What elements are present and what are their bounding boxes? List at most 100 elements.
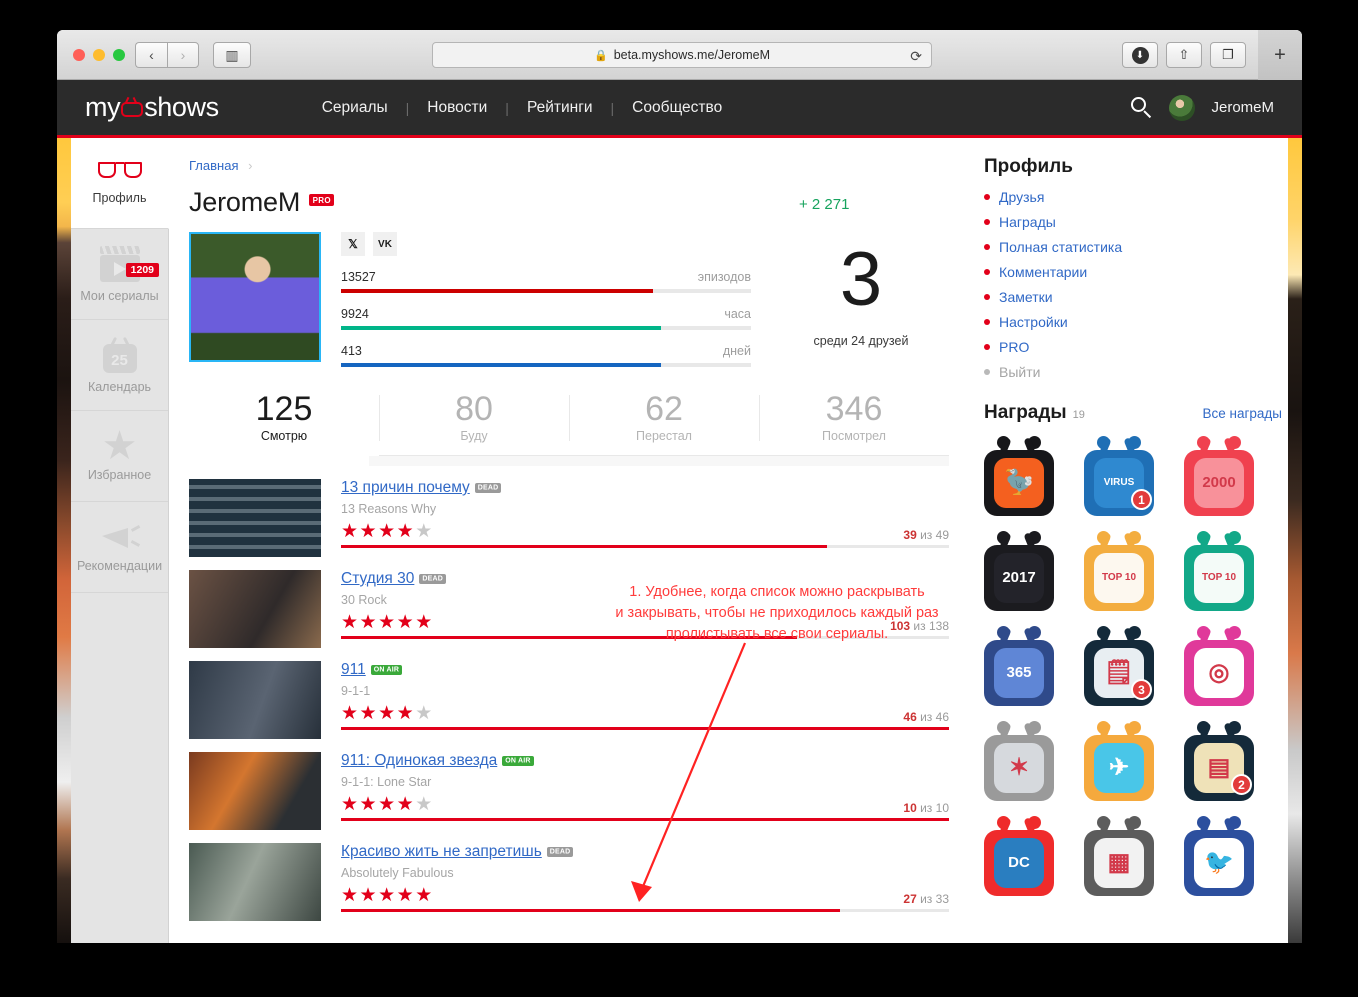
profile-link-настройки[interactable]: Настройки — [984, 314, 1302, 330]
show-thumbnail[interactable] — [189, 570, 321, 648]
forward-button[interactable]: › — [167, 42, 199, 68]
profile-link-комментарии[interactable]: Комментарии — [984, 264, 1302, 280]
top-10-2017-award[interactable]: TOP 10 — [1084, 531, 1154, 611]
virus-2020-award[interactable]: VIRUS 1 — [1084, 436, 1154, 516]
2000-episodes-award[interactable]: 2000 — [1184, 436, 1254, 516]
airplane-award[interactable]: ✈ — [1084, 721, 1154, 801]
new-tab-button[interactable]: + — [1258, 30, 1302, 80]
archive-award[interactable]: ▤ 2 — [1184, 721, 1254, 801]
profile-link-полная-статистика[interactable]: Полная статистика — [984, 239, 1302, 255]
show-title[interactable]: Красиво жить не запретишь — [341, 843, 542, 860]
sidebar-item-my-shows[interactable]: 1209 Мои сериалы — [71, 229, 168, 320]
address-bar[interactable]: 🔒 beta.myshows.me/JeromeM ⟳ — [432, 42, 932, 68]
profile-link-label[interactable]: Друзья — [999, 189, 1044, 205]
chess-award[interactable]: ▦ — [1084, 816, 1154, 896]
profile-link-label[interactable]: Комментарии — [999, 264, 1087, 280]
award-screen: ◎ — [1184, 640, 1254, 706]
show-progress-fill — [341, 818, 949, 821]
tab-stopped[interactable]: 62 Перестал — [569, 383, 759, 455]
show-thumbnail[interactable] — [189, 479, 321, 557]
dc-comics-award[interactable]: DC — [984, 816, 1054, 896]
profile-link-label[interactable]: Настройки — [999, 314, 1068, 330]
sidebar-item-calendar[interactable]: 25 Календарь — [71, 320, 168, 411]
show-row[interactable]: 911 ON AIR 9-1-1 ★★★★★ 46 из 46 — [189, 648, 949, 739]
all-awards-link[interactable]: Все награды — [1203, 406, 1283, 421]
award-screen: ✶ — [984, 735, 1054, 801]
show-episode-count: 39 из 49 — [903, 528, 949, 542]
show-title[interactable]: Студия 30 — [341, 570, 414, 587]
show-rating-stars[interactable]: ★★★★★ — [341, 793, 949, 816]
profile-link-заметки[interactable]: Заметки — [984, 289, 1302, 305]
avatar[interactable] — [1169, 94, 1196, 121]
show-rating-stars[interactable]: ★★★★★ — [341, 702, 949, 725]
show-thumbnail[interactable] — [189, 843, 321, 921]
nav-item-soobshestvo[interactable]: Сообщество — [614, 99, 740, 117]
profile-link-label[interactable]: Награды — [999, 214, 1056, 230]
365-days-award[interactable]: 365 — [984, 626, 1054, 706]
myshows-2017-awards[interactable]: 2017 — [984, 531, 1054, 611]
notes-award[interactable]: 🗒 3 — [1084, 626, 1154, 706]
back-button[interactable]: ‹ — [135, 42, 167, 68]
profile-link-label[interactable]: Заметки — [999, 289, 1053, 305]
show-title[interactable]: 911 — [341, 661, 366, 678]
profile-link-выйти[interactable]: Выйти — [984, 364, 1302, 380]
close-window-button[interactable] — [73, 49, 85, 61]
award-emblem: ✶ — [994, 743, 1044, 793]
tab-watching[interactable]: 125 Смотрю — [189, 383, 379, 456]
show-row[interactable]: Красиво жить не запретишь DEAD Absolutely… — [189, 830, 949, 921]
show-row[interactable]: 13 причин почему DEAD 13 Reasons Why ★★★★… — [189, 466, 949, 557]
tab-overview-icon[interactable]: ❐ — [1210, 42, 1246, 68]
profile-avatar-large[interactable] — [189, 232, 321, 362]
profile-link-label[interactable]: PRO — [999, 339, 1029, 355]
site-header: my shows Сериалы | Новости | Рейтинги | … — [57, 80, 1302, 135]
show-episode-count: 46 из 46 — [903, 710, 949, 724]
twitter-icon[interactable]: 𝕏 — [341, 232, 365, 256]
sidebar-toggle-button[interactable]: ▥ — [213, 42, 251, 68]
show-progress-track — [341, 818, 949, 821]
myshows-logo[interactable]: my shows — [85, 92, 219, 123]
sidebar-item-recommendations[interactable]: Рекомендации — [71, 502, 168, 593]
show-progress: 39 из 49 — [341, 528, 949, 548]
profile-link-друзья[interactable]: Друзья — [984, 189, 1302, 205]
show-row[interactable]: 911: Одинокая звезда ON AIR 9-1-1: Lone S… — [189, 739, 949, 830]
show-info: 13 причин почему DEAD 13 Reasons Why ★★★★… — [341, 479, 949, 557]
captain-america-award[interactable]: ✶ — [984, 721, 1054, 801]
dodo-bird-award[interactable]: 🦤 — [984, 436, 1054, 516]
nav-item-novosti[interactable]: Новости — [409, 99, 505, 117]
nav-item-reitingi[interactable]: Рейтинги — [509, 99, 611, 117]
browser-toolbar: ‹ › ▥ 🔒 beta.myshows.me/JeromeM ⟳ ⬇ ⇧ ❐ … — [57, 30, 1302, 80]
profile-links-list: Друзья Награды Полная статистика Коммент… — [984, 189, 1302, 380]
maximize-window-button[interactable] — [113, 49, 125, 61]
reload-icon[interactable]: ⟳ — [910, 48, 922, 65]
show-progress-fill — [341, 727, 949, 730]
show-thumbnail[interactable] — [189, 661, 321, 739]
show-title[interactable]: 911: Одинокая звезда — [341, 752, 497, 769]
show-rating-stars[interactable]: ★★★★★ — [341, 884, 949, 907]
profile-link-label[interactable]: Полная статистика — [999, 239, 1122, 255]
profile-link-pro[interactable]: PRO — [984, 339, 1302, 355]
vk-icon[interactable]: VK — [373, 232, 397, 256]
profile-link-label[interactable]: Выйти — [999, 364, 1040, 380]
search-icon[interactable] — [1131, 96, 1153, 119]
minimize-window-button[interactable] — [93, 49, 105, 61]
bullet-icon — [984, 219, 990, 225]
user-name[interactable]: JeromeM — [1211, 99, 1274, 116]
top-10-2016-award[interactable]: TOP 10 — [1184, 531, 1254, 611]
share-icon[interactable]: ⇧ — [1166, 42, 1202, 68]
nav-item-serialy[interactable]: Сериалы — [304, 99, 406, 117]
show-thumbnail[interactable] — [189, 752, 321, 830]
sidebar-item-favorites[interactable]: ★ Избранное — [71, 411, 168, 502]
profile-link-награды[interactable]: Награды — [984, 214, 1302, 230]
sidebar-item-profile[interactable]: Профиль — [71, 138, 169, 229]
breadcrumb-home[interactable]: Главная — [189, 158, 238, 173]
show-rating-stars[interactable]: ★★★★★ — [341, 520, 949, 543]
tab-will-watch[interactable]: 80 Буду — [379, 383, 569, 455]
tab-watched[interactable]: 346 Посмотрел — [759, 383, 949, 455]
downloads-icon[interactable]: ⬇ — [1122, 42, 1158, 68]
twitter-bird-award[interactable]: 🐦 — [1184, 816, 1254, 896]
main-content: Главная › JeromeM PRO + 2 271 𝕏 VK 13527… — [169, 138, 964, 943]
shows-list: 13 причин почему DEAD 13 Reasons Why ★★★★… — [189, 466, 949, 921]
show-title[interactable]: 13 причин почему — [341, 479, 470, 496]
instagram-award[interactable]: ◎ — [1184, 626, 1254, 706]
tab-label: Смотрю — [260, 429, 308, 443]
